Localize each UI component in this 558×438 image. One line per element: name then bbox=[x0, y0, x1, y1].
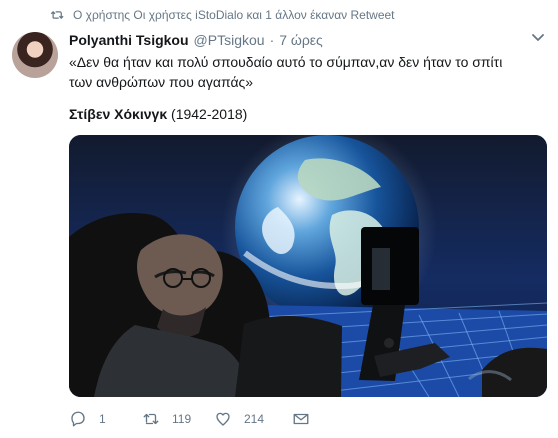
retweet-icon bbox=[143, 413, 159, 425]
retweet-context: Ο χρήστης Οι χρήστες iStoDialo και 1 άλλ… bbox=[50, 8, 395, 22]
reply-button[interactable]: 1 bbox=[69, 410, 142, 428]
retweet-context-text[interactable]: Ο χρήστης Οι χρήστες iStoDialo και 1 άλλ… bbox=[73, 8, 395, 22]
attribution-years: (1942-2018) bbox=[171, 106, 248, 122]
direct-message-button[interactable] bbox=[292, 410, 310, 428]
like-count: 214 bbox=[244, 412, 265, 426]
author-handle[interactable]: @PTsigkou bbox=[194, 32, 265, 48]
tweet-actions: 1 119 214 bbox=[69, 410, 310, 428]
tweet-image[interactable] bbox=[69, 135, 547, 397]
retweet-button[interactable]: 119 bbox=[142, 410, 214, 428]
envelope-icon bbox=[293, 413, 309, 425]
tweet-text: «Δεν θα ήταν και πολύ σπουδαίο αυτό το σ… bbox=[69, 54, 503, 90]
tweet-header: Polyanthi Tsigkou @PTsigkou · 7 ώρες bbox=[69, 32, 323, 48]
reply-count: 1 bbox=[99, 412, 106, 426]
like-button[interactable]: 214 bbox=[214, 410, 292, 428]
heart-icon bbox=[216, 412, 230, 426]
retweet-count: 119 bbox=[172, 412, 192, 426]
retweet-icon bbox=[50, 10, 64, 20]
chevron-down-icon[interactable] bbox=[532, 34, 544, 42]
separator-dot: · bbox=[269, 32, 275, 48]
avatar[interactable] bbox=[12, 32, 58, 78]
reply-icon bbox=[71, 411, 85, 427]
author-name[interactable]: Polyanthi Tsigkou bbox=[69, 32, 189, 48]
tweet-time[interactable]: 7 ώρες bbox=[279, 32, 323, 48]
attribution-name: Στίβεν Χόκινγκ bbox=[69, 106, 168, 122]
stephen-hawking-earth-photo bbox=[69, 135, 547, 397]
quote-attribution: Στίβεν Χόκινγκ (1942-2018) bbox=[69, 106, 247, 122]
